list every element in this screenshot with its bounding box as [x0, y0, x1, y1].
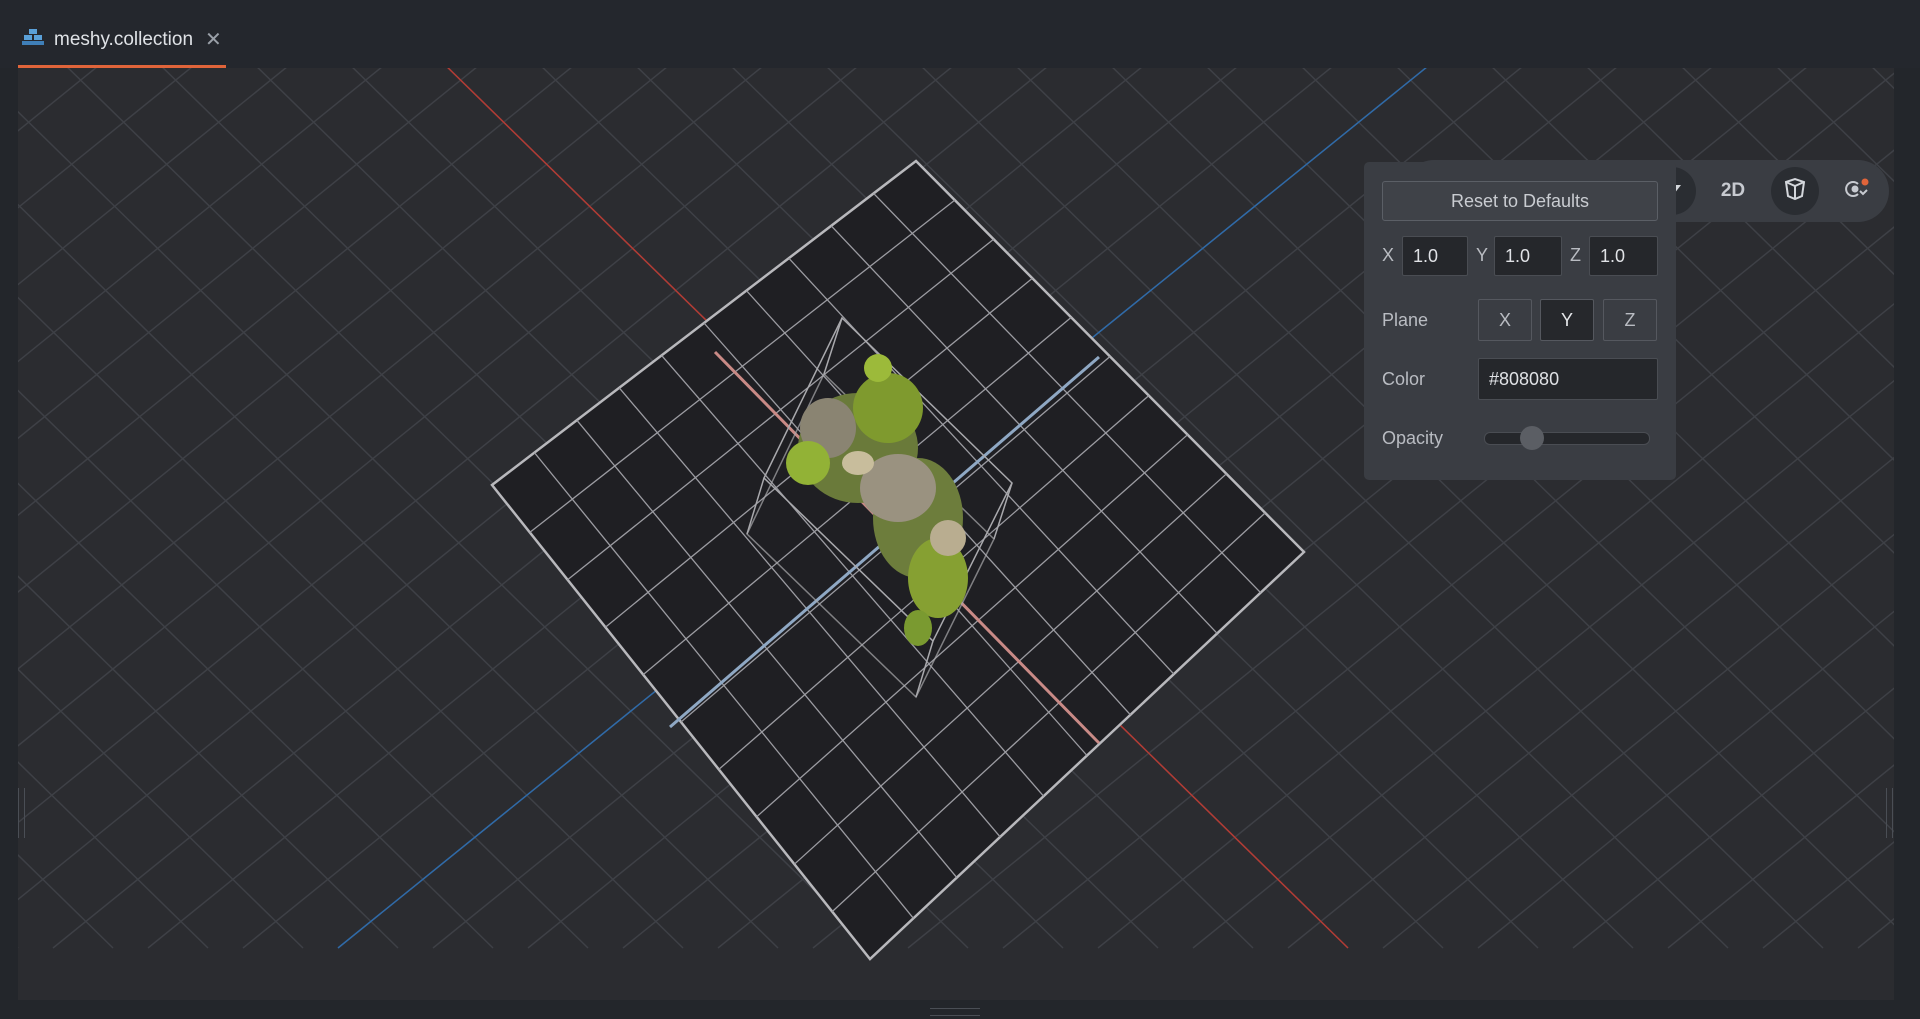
opacity-label: Opacity: [1382, 428, 1444, 448]
scene-viewport[interactable]: 2D Reset to Defaults X 1.0 Y 1.0 Z 1.0 P…: [18, 68, 1894, 1000]
size-y-label: Y: [1476, 245, 1489, 265]
opacity-slider-thumb[interactable]: [1519, 426, 1544, 450]
color-label: Color: [1382, 369, 1426, 389]
perspective-cube-icon: [1783, 177, 1807, 206]
color-input[interactable]: #808080: [1478, 358, 1658, 400]
visibility-filter-icon: [1844, 177, 1870, 206]
grid-settings-panel: Reset to Defaults X 1.0 Y 1.0 Z 1.0 Plan…: [1364, 162, 1676, 480]
size-z-label: Z: [1570, 245, 1581, 265]
reset-to-defaults-button[interactable]: Reset to Defaults: [1382, 181, 1658, 221]
size-x-input[interactable]: 1.0: [1402, 236, 1468, 276]
perspective-toggle-button[interactable]: [1771, 167, 1819, 215]
visibility-filter-button[interactable]: [1833, 167, 1881, 215]
tab-meshy-collection[interactable]: meshy.collection ✕: [18, 14, 226, 68]
right-resize-handle[interactable]: [1886, 788, 1893, 838]
size-x-label: X: [1382, 245, 1395, 265]
bottom-resize-handle[interactable]: [930, 1008, 980, 1016]
collection-icon: [22, 28, 44, 51]
opacity-slider[interactable]: [1484, 432, 1650, 445]
size-y-input[interactable]: 1.0: [1494, 236, 1562, 276]
close-icon[interactable]: ✕: [205, 27, 222, 52]
plane-z-button[interactable]: Z: [1603, 299, 1657, 341]
bottom-panel-divider: [0, 1000, 1920, 1019]
plane-x-button[interactable]: X: [1478, 299, 1532, 341]
plane-y-button[interactable]: Y: [1540, 299, 1594, 341]
mode-2d-button[interactable]: 2D: [1709, 167, 1757, 215]
left-resize-handle[interactable]: [18, 788, 25, 838]
editor-tab-bar: meshy.collection ✕: [0, 0, 1920, 68]
plane-label: Plane: [1382, 310, 1429, 330]
size-z-input[interactable]: 1.0: [1589, 236, 1658, 276]
mode-2d-label: 2D: [1720, 180, 1746, 201]
tab-title: meshy.collection: [54, 28, 194, 50]
